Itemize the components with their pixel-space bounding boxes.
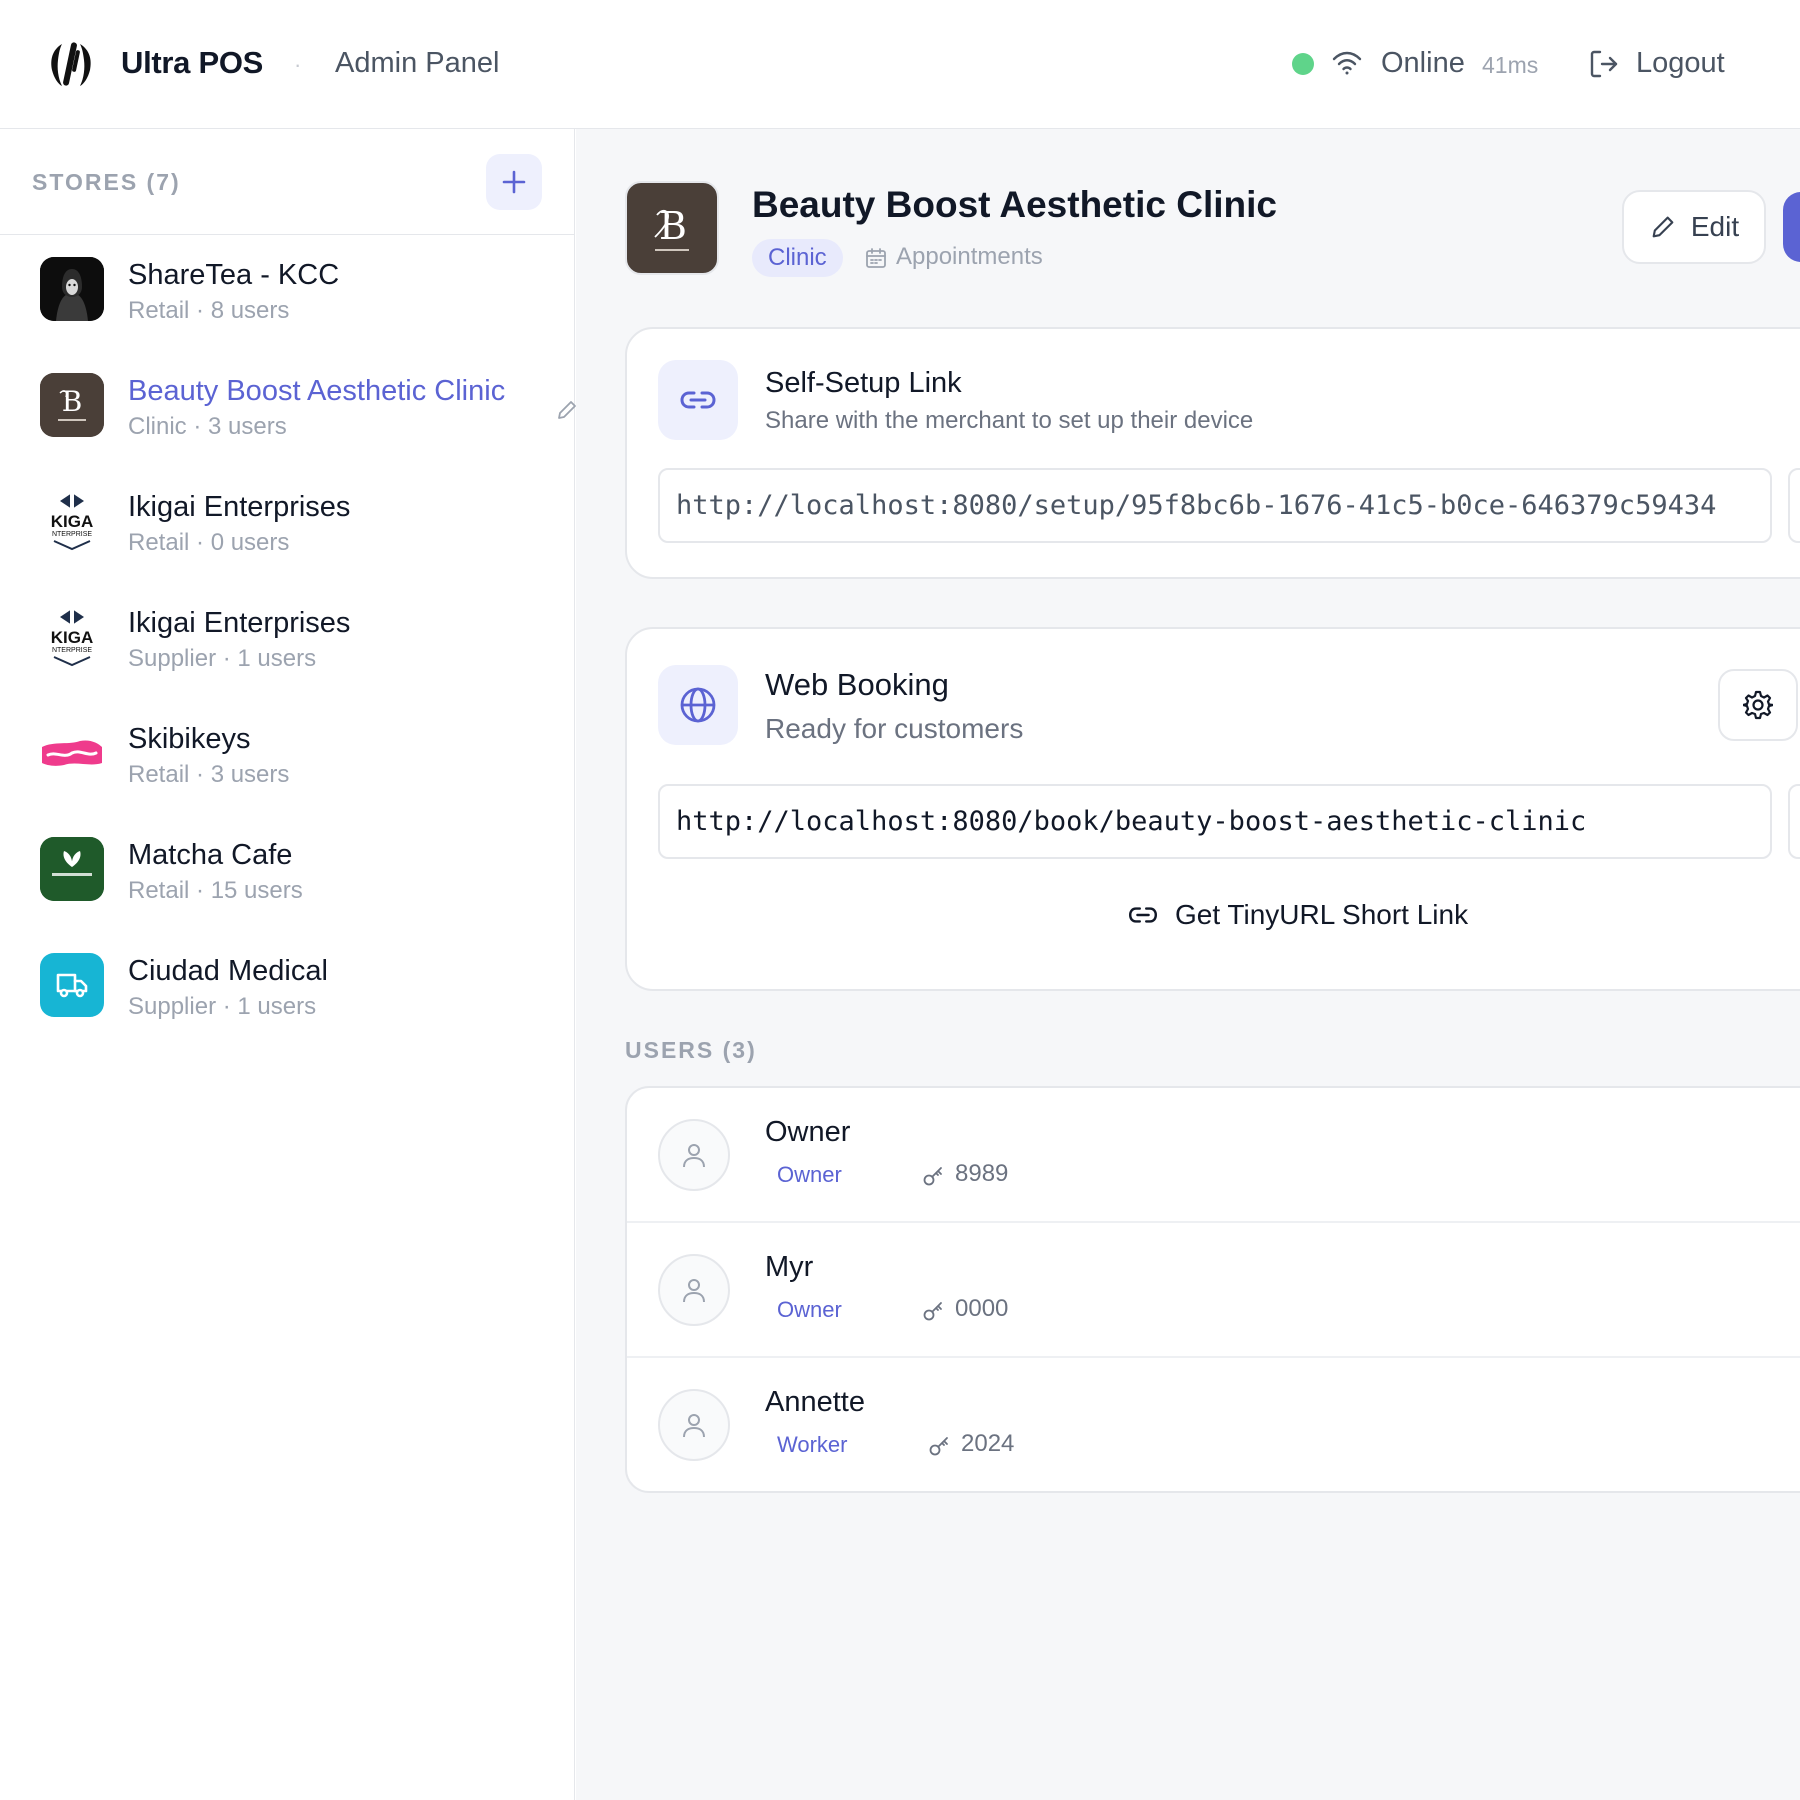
store-name: ShareTea - KCC — [128, 259, 340, 291]
connection-status-label: Online — [1381, 47, 1465, 79]
store-name: Skibikeys — [128, 723, 251, 755]
store-meta: Retail · 3 users — [128, 761, 290, 788]
svg-text:B: B — [62, 385, 83, 418]
user-row[interactable]: Annette Worker 2024 — [627, 1358, 1800, 1491]
web-booking-card: Web Booking Ready for customers http://l… — [625, 627, 1800, 991]
store-meta: Retail · 0 users — [128, 529, 290, 556]
store-avatar: B — [40, 373, 104, 437]
key-icon — [929, 1437, 948, 1456]
wifi-icon — [1332, 51, 1362, 75]
edit-label: Edit — [1690, 211, 1740, 242]
user-row[interactable]: Myr Owner 0000 — [627, 1223, 1800, 1358]
link-icon — [1128, 907, 1158, 923]
store-meta: Supplier · 1 users — [128, 993, 317, 1020]
user-name: Annette — [765, 1386, 865, 1418]
store-logo: B — [625, 181, 719, 275]
store-avatar: KIGA NTERPRISE — [40, 489, 104, 553]
link-icon — [658, 360, 738, 440]
stores-header: STORES (7) — [0, 129, 574, 235]
plus-icon — [502, 170, 526, 194]
store-name: Beauty Boost Aesthetic Clinic — [128, 375, 506, 407]
store-item-sharetea[interactable]: ShareTea - KCC Retail · 8 users — [0, 235, 575, 351]
gear-icon — [1743, 690, 1773, 720]
setup-url-field[interactable]: http://localhost:8080/setup/95f8bc6b-167… — [658, 468, 1772, 543]
card-subtitle: Ready for customers — [765, 713, 1024, 744]
store-avatar — [40, 721, 104, 785]
globe-icon — [658, 665, 738, 745]
user-role: Owner — [777, 1297, 842, 1322]
user-icon — [658, 1119, 730, 1191]
booking-url-field[interactable]: http://localhost:8080/book/beauty-boost-… — [658, 784, 1772, 859]
key-icon — [923, 1302, 942, 1321]
store-type-badge: Clinic — [752, 239, 843, 277]
logout-button[interactable]: Logout — [1636, 47, 1725, 80]
store-meta: Retail · 15 users — [128, 877, 303, 904]
store-item-skibikeys[interactable]: Skibikeys Retail · 3 users — [0, 699, 575, 815]
svg-text:KIGA: KIGA — [51, 628, 94, 647]
store-detail-panel: B Beauty Boost Aesthetic Clinic Clinic A… — [576, 129, 1800, 1800]
stores-count-title: STORES (7) — [32, 169, 181, 195]
svg-text:NTERPRISE: NTERPRISE — [52, 647, 92, 654]
store-item-matcha-cafe[interactable]: Matcha Cafe Retail · 15 users — [0, 815, 575, 931]
booking-settings-button[interactable] — [1718, 669, 1798, 741]
user-role: Worker — [777, 1432, 848, 1457]
card-subtitle: Share with the merchant to set up their … — [765, 407, 1254, 434]
key-icon — [923, 1167, 942, 1186]
user-role: Owner — [777, 1162, 842, 1187]
edit-store-button[interactable]: Edit — [1622, 190, 1766, 264]
connection-status-dot — [1292, 53, 1314, 75]
store-item-beauty-boost[interactable]: B Beauty Boost Aesthetic Clinic Clinic ·… — [0, 351, 576, 467]
logout-icon[interactable] — [1588, 48, 1620, 80]
store-title: Beauty Boost Aesthetic Clinic — [752, 184, 1277, 225]
store-avatar — [40, 257, 104, 321]
store-item-ikigai-supplier[interactable]: KIGA NTERPRISE Ikigai Enterprises Suppli… — [0, 583, 575, 699]
panel-subtitle: Admin Panel — [335, 47, 500, 79]
tinyurl-label: Get TinyURL Short Link — [1175, 899, 1469, 930]
user-pin: 2024 — [961, 1430, 1015, 1457]
store-name: Ciudad Medical — [128, 955, 328, 987]
store-name: Ikigai Enterprises — [128, 607, 351, 639]
brand-logo-icon — [51, 42, 91, 86]
users-count-title: USERS (3) — [625, 1037, 757, 1063]
store-avatar — [40, 837, 104, 901]
users-list: Owner Owner 8989 Myr Owner 0000 Annette … — [625, 1086, 1800, 1493]
svg-text:NTERPRISE: NTERPRISE — [52, 531, 92, 538]
brand-name: Ultra POS — [121, 45, 264, 80]
header-separator: · — [294, 52, 302, 77]
user-pin: 8989 — [955, 1160, 1009, 1187]
user-row[interactable]: Owner Owner 8989 — [627, 1088, 1800, 1223]
booking-mode-label: Appointments — [896, 243, 1043, 270]
user-icon — [658, 1389, 730, 1461]
store-avatar: KIGA NTERPRISE — [40, 605, 104, 669]
truck-icon — [40, 953, 104, 1017]
svg-text:KIGA: KIGA — [51, 512, 94, 531]
add-store-button[interactable] — [486, 154, 542, 210]
latency-readout: 41ms — [1482, 52, 1539, 78]
self-setup-card: Self-Setup Link Share with the merchant … — [625, 327, 1800, 579]
store-name: Ikigai Enterprises — [128, 491, 351, 523]
calendar-icon — [866, 248, 886, 268]
user-name: Myr — [765, 1251, 814, 1283]
store-name: Matcha Cafe — [128, 839, 293, 871]
get-tinyurl-button[interactable]: Get TinyURL Short Link — [1127, 899, 1468, 931]
store-meta: Retail · 8 users — [128, 297, 290, 324]
store-meta: Supplier · 1 users — [128, 645, 317, 672]
store-item-ikigai-retail[interactable]: KIGA NTERPRISE Ikigai Enterprises Retail… — [0, 467, 575, 583]
copy-setup-url-button[interactable] — [1788, 468, 1800, 543]
store-item-ciudad-medical[interactable]: Ciudad Medical Supplier · 1 users — [0, 931, 575, 1047]
card-title: Web Booking — [765, 667, 949, 702]
store-meta: Clinic · 3 users — [128, 413, 287, 440]
primary-action-button[interactable] — [1783, 192, 1800, 262]
copy-booking-url-button[interactable] — [1788, 784, 1800, 859]
user-pin: 0000 — [955, 1295, 1009, 1322]
top-bar: Ultra POS · Admin Panel Online 41ms Logo… — [0, 0, 1800, 129]
user-name: Owner — [765, 1116, 851, 1148]
stores-sidebar: STORES (7) ShareTea - KCC Retail · 8 use… — [0, 129, 576, 1800]
card-title: Self-Setup Link — [765, 367, 962, 399]
user-icon — [658, 1254, 730, 1326]
pencil-icon — [1652, 216, 1674, 238]
